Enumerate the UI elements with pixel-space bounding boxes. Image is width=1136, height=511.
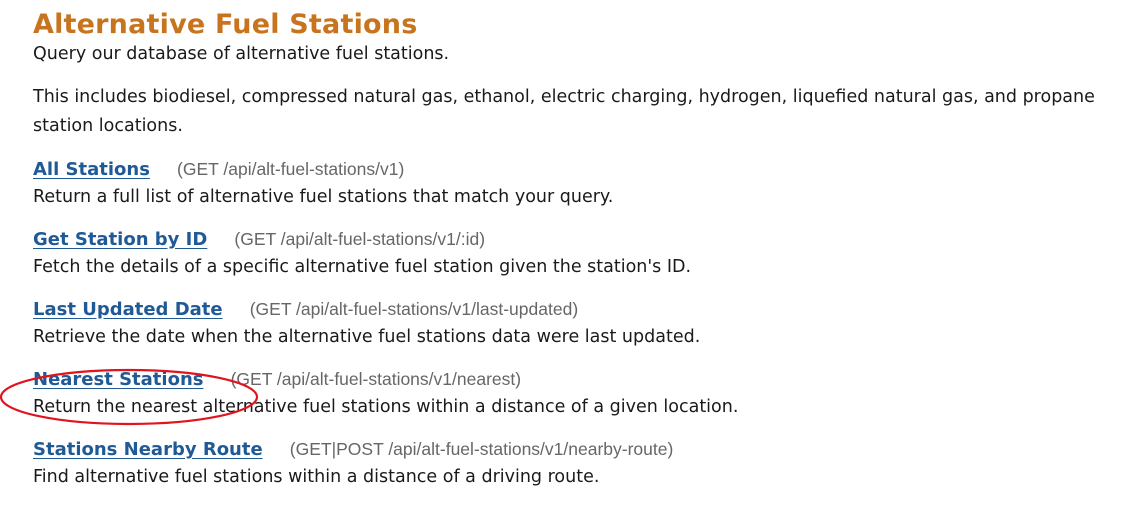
endpoint-route: (GET|POST /api/alt-fuel-stations/v1/near… (289, 439, 674, 459)
last-updated-date-link[interactable]: Last Updated Date (33, 299, 223, 320)
endpoint-route: (GET /api/alt-fuel-stations/v1/nearest) (230, 369, 522, 389)
endpoint-get-station-by-id: Get Station by ID (GET /api/alt-fuel-sta… (33, 225, 1123, 281)
endpoint-stations-nearby-route: Stations Nearby Route (GET|POST /api/alt… (33, 435, 1123, 491)
endpoint-route: (GET /api/alt-fuel-stations/v1/last-upda… (249, 299, 579, 319)
endpoint-last-updated-date: Last Updated Date (GET /api/alt-fuel-sta… (33, 295, 1123, 351)
endpoint-description: Return a full list of alternative fuel s… (33, 187, 614, 207)
all-stations-link[interactable]: All Stations (33, 159, 150, 180)
page-content: Alternative Fuel Stations Query our data… (33, 6, 1123, 491)
get-station-by-id-link[interactable]: Get Station by ID (33, 229, 207, 250)
endpoint-description: Fetch the details of a specific alternat… (33, 257, 692, 277)
intro-text: Query our database of alternative fuel s… (33, 44, 450, 64)
stations-nearby-route-link[interactable]: Stations Nearby Route (33, 439, 263, 460)
endpoint-description: Find alternative fuel stations within a … (33, 467, 600, 487)
endpoint-all-stations: All Stations (GET /api/alt-fuel-stations… (33, 155, 1123, 211)
nearest-stations-link[interactable]: Nearest Stations (33, 369, 203, 390)
endpoint-description: Retrieve the date when the alternative f… (33, 327, 701, 347)
page-title: Alternative Fuel Stations (33, 9, 418, 40)
endpoint-route: (GET /api/alt-fuel-stations/v1/:id) (234, 229, 486, 249)
endpoint-description: Return the nearest alternative fuel stat… (33, 397, 739, 417)
endpoint-nearest-stations: Nearest Stations (GET /api/alt-fuel-stat… (33, 365, 1123, 421)
endpoint-route: (GET /api/alt-fuel-stations/v1) (177, 159, 405, 179)
includes-text: This includes biodiesel, compressed natu… (33, 87, 1095, 136)
